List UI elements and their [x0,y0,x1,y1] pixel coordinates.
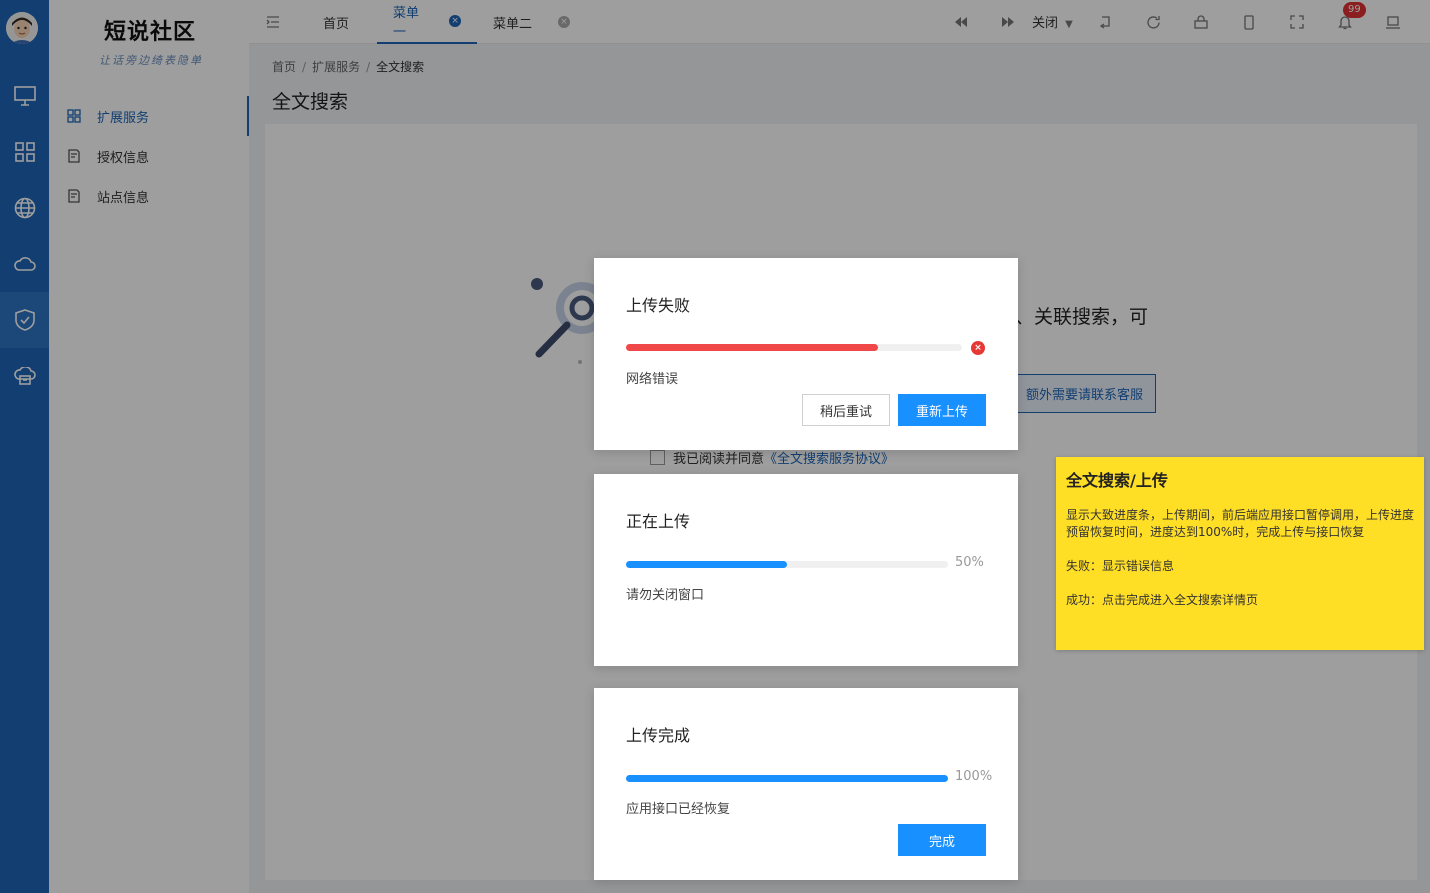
dialog-title: 上传完成 [626,726,691,745]
retry-later-button[interactable]: 稍后重试 [802,394,890,426]
note-paragraph: 显示大致进度条，上传期间，前后端应用接口暂停调用，上传进度预留恢复时间，进度达到… [1066,508,1415,539]
status-message: 应用接口已经恢复 [626,802,731,817]
dialog-title: 上传失败 [626,296,691,315]
progress-percent: 50% [955,555,984,570]
done-button[interactable]: 完成 [898,824,986,856]
error-message: 网络错误 [626,372,679,387]
progress-fill [626,344,878,351]
progress-percent: 100% [955,769,993,784]
error-icon: × [971,341,985,355]
note-paragraph: 成功：点击完成进入全文搜索详情页 [1066,593,1259,607]
progress-fill [626,775,948,782]
upload-failed-dialog: 上传失败 × 网络错误 稍后重试 重新上传 [594,258,1018,450]
progress-bar [626,775,948,782]
dialog-title: 正在上传 [626,512,691,531]
progress-fill [626,561,787,568]
upload-complete-dialog: 上传完成 100% 应用接口已经恢复 完成 [594,688,1018,880]
note-title: 全文搜索/上传 [1066,471,1168,490]
status-message: 请勿关闭窗口 [626,588,705,603]
uploading-dialog: 正在上传 50% 请勿关闭窗口 [594,474,1018,666]
reupload-button[interactable]: 重新上传 [898,394,986,426]
note-paragraph: 失败：显示错误信息 [1066,559,1175,573]
annotation-note: 全文搜索/上传 显示大致进度条，上传期间，前后端应用接口暂停调用，上传进度预留恢… [1056,457,1424,650]
progress-bar [626,344,962,351]
progress-bar [626,561,948,568]
